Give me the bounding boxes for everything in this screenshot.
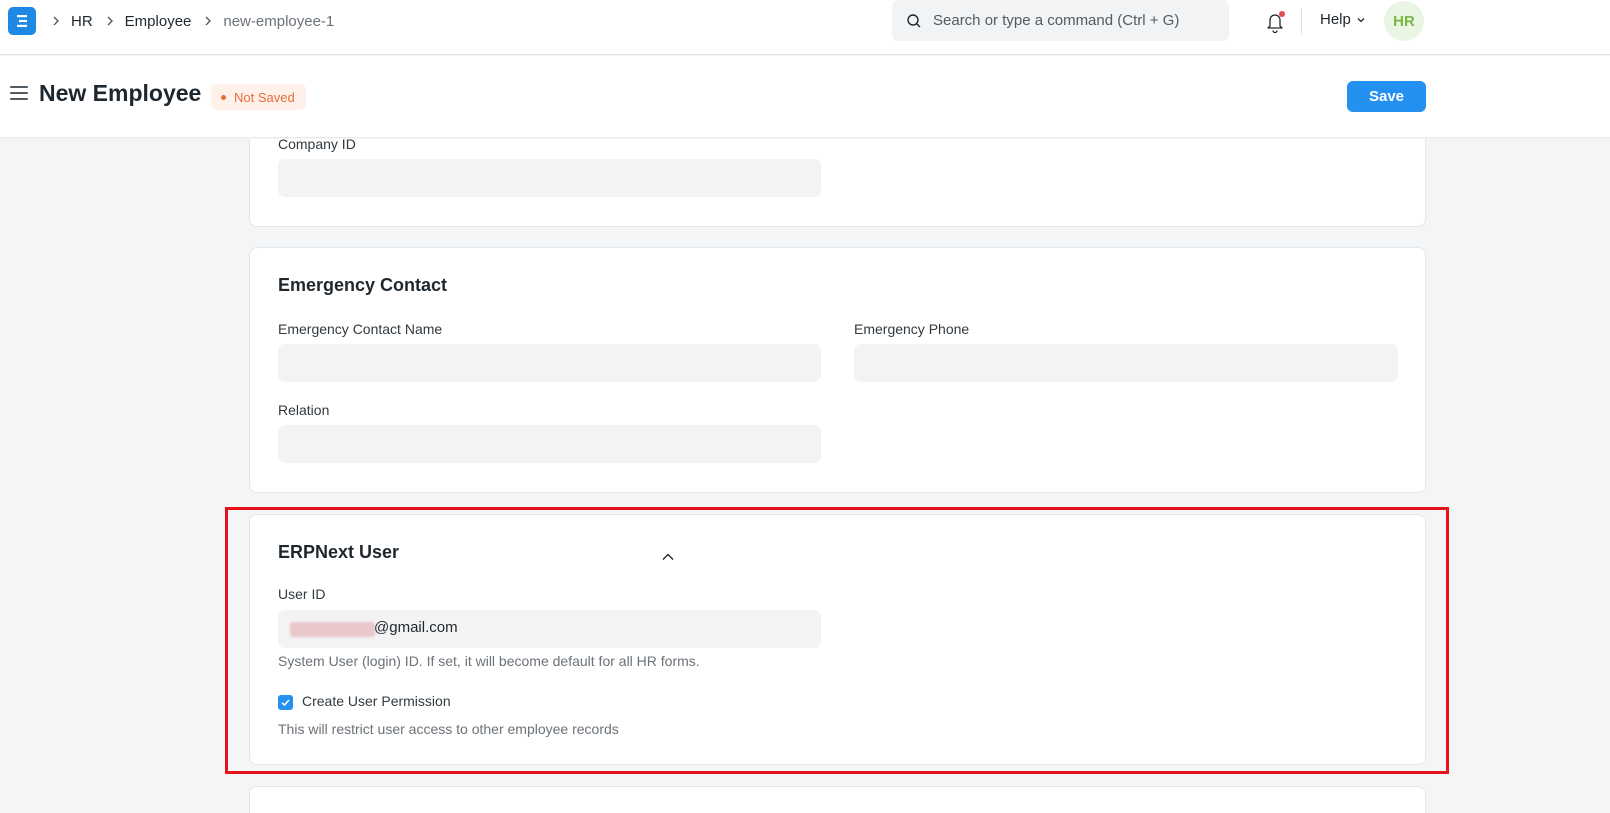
- company-id-label: Company ID: [278, 136, 356, 152]
- breadcrumb-employee[interactable]: Employee: [125, 13, 192, 30]
- redacted-text: [290, 622, 375, 637]
- chevron-down-icon: [1357, 17, 1365, 22]
- status-dot: [221, 94, 226, 100]
- next-section: [249, 786, 1426, 813]
- sidebar-toggle-icon[interactable]: [10, 86, 28, 104]
- breadcrumb-hr[interactable]: HR: [71, 13, 93, 30]
- user-id-label: User ID: [278, 586, 326, 602]
- emergency-contact-name-field[interactable]: [278, 344, 821, 382]
- emergency-contact-name-label: Emergency Contact Name: [278, 321, 443, 337]
- emergency-contact-section: Emergency Contact Emergency Contact Name…: [249, 247, 1426, 493]
- chevron-right-icon: [52, 15, 60, 27]
- navbar-divider: [1301, 8, 1302, 34]
- top-navbar: HR Employee new-employee-1 Search or typ…: [0, 0, 1610, 55]
- breadcrumb-current-doc: new-employee-1: [223, 12, 335, 30]
- emergency-phone-field[interactable]: [854, 344, 1398, 382]
- chevron-right-icon: [106, 15, 114, 27]
- app-logo-icon[interactable]: [8, 7, 36, 35]
- notification-dot: [1279, 11, 1285, 17]
- emergency-phone-label: Emergency Phone: [854, 321, 970, 337]
- relation-label: Relation: [278, 402, 330, 418]
- breadcrumb: HR Employee new-employee-1: [48, 10, 334, 32]
- company-id-field[interactable]: [278, 159, 821, 197]
- create-user-permission-label[interactable]: Create User Permission: [302, 693, 451, 709]
- checkmark-icon: [281, 699, 290, 707]
- company-section: Company ID: [249, 136, 1426, 227]
- avatar[interactable]: HR: [1384, 1, 1424, 41]
- page-header: New Employee Not Saved Save: [0, 56, 1610, 138]
- erpnext-user-section: ERPNext User User ID @gmail.com System U…: [249, 514, 1426, 765]
- search-bar[interactable]: Search or type a command (Ctrl + G): [892, 0, 1229, 41]
- chevron-up-icon[interactable]: [661, 550, 675, 564]
- help-label: Help: [1320, 11, 1351, 28]
- page-title: New Employee: [39, 80, 202, 106]
- section-title-emergency: Emergency Contact: [278, 275, 448, 295]
- status-text: Not Saved: [234, 89, 295, 105]
- notification-bell-icon[interactable]: [1264, 10, 1286, 34]
- create-user-permission-help-text: This will restrict user access to other …: [278, 721, 619, 737]
- user-id-field[interactable]: @gmail.com: [278, 610, 821, 648]
- user-id-value: @gmail.com: [374, 619, 458, 636]
- user-id-help-text: System User (login) ID. If set, it will …: [278, 653, 700, 669]
- chevron-right-icon: [204, 15, 212, 27]
- help-dropdown[interactable]: Help: [1320, 11, 1366, 28]
- save-button[interactable]: Save: [1347, 81, 1426, 112]
- relation-field[interactable]: [278, 425, 821, 463]
- search-placeholder: Search or type a command (Ctrl + G): [933, 12, 1180, 29]
- search-icon: [906, 13, 922, 29]
- status-badge: Not Saved: [211, 84, 306, 110]
- create-user-permission-checkbox[interactable]: [278, 695, 293, 710]
- section-title-erpnext-user[interactable]: ERPNext User: [278, 542, 399, 563]
